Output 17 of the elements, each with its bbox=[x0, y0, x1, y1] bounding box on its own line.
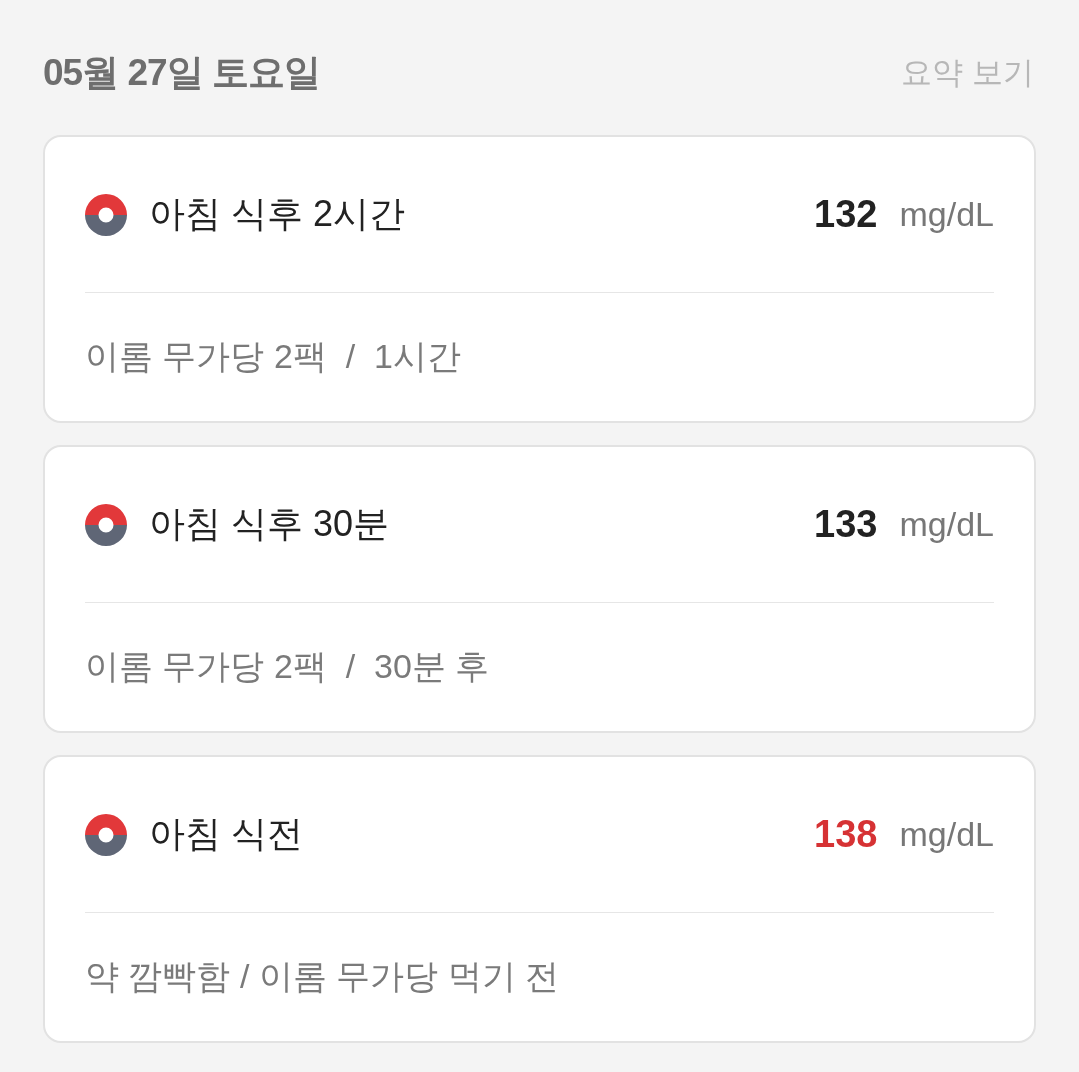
glucose-value: 133 bbox=[814, 503, 878, 546]
record-note: 이롬 무가당 2팩 / 30분 후 bbox=[85, 646, 490, 687]
record-title: 아침 식후 2시간 bbox=[149, 192, 407, 236]
record-note: 약 깜빡함 / 이롬 무가당 먹기 전 bbox=[85, 956, 560, 997]
unit-label: mg/dL bbox=[899, 815, 994, 854]
ring-icon bbox=[85, 813, 127, 856]
ring-icon bbox=[85, 193, 127, 236]
summary-link[interactable]: 요약 보기 bbox=[901, 52, 1034, 94]
date-heading: 05월 27일 토요일 bbox=[43, 51, 320, 95]
record-title: 아침 식후 30분 bbox=[149, 502, 391, 546]
glucose-value: 138 bbox=[814, 813, 878, 856]
record-note: 이롬 무가당 2팩 / 1시간 bbox=[85, 336, 461, 377]
record-title: 아침 식전 bbox=[149, 812, 304, 856]
ring-icon bbox=[85, 503, 127, 546]
unit-label: mg/dL bbox=[899, 195, 994, 234]
glucose-value: 132 bbox=[814, 193, 878, 236]
unit-label: mg/dL bbox=[899, 505, 994, 544]
